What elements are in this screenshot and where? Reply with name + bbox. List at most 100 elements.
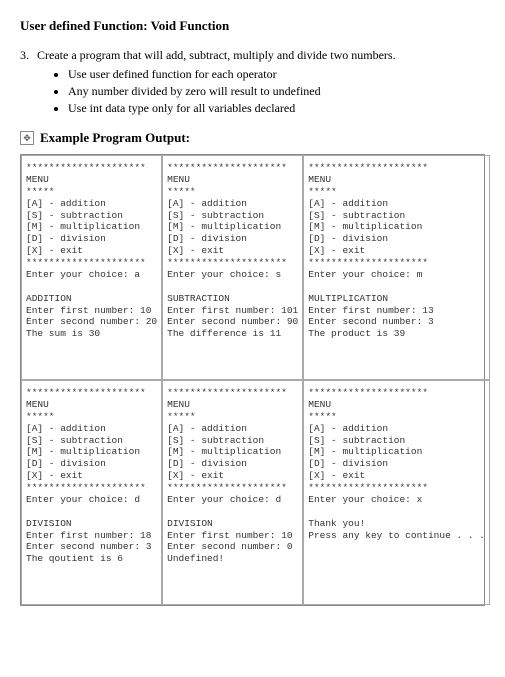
console-line: MENU <box>26 399 157 411</box>
panel-addition: *********************MENU*****[A] - addi… <box>21 155 162 380</box>
console-line: ***** <box>167 186 298 198</box>
console-line <box>167 281 298 293</box>
console-line: MENU <box>308 399 485 411</box>
console-line: [A] - addition <box>308 198 485 210</box>
console-line: ***** <box>308 411 485 423</box>
console-line: The product is 39 <box>308 328 485 340</box>
console-line: ********************* <box>26 162 157 174</box>
console-line: Enter your choice: x <box>308 494 485 506</box>
console-line: [M] - multiplication <box>308 221 485 233</box>
console-line: Enter first number: 10 <box>167 530 298 542</box>
console-line: ********************* <box>167 162 298 174</box>
console-line: DIVISION <box>167 518 298 530</box>
console-line: [S] - subtraction <box>167 210 298 222</box>
question-body: Create a program that will add, subtract… <box>37 48 396 62</box>
console-line: Enter second number: 3 <box>26 541 157 553</box>
bullet-item: Use user defined function for each opera… <box>68 67 485 82</box>
console-line <box>308 281 485 293</box>
bullet-item: Any number divided by zero will result t… <box>68 84 485 99</box>
console-line: [A] - addition <box>308 423 485 435</box>
console-line: Enter your choice: d <box>26 494 157 506</box>
console-line: [A] - addition <box>26 198 157 210</box>
output-label: Example Program Output: <box>40 130 190 146</box>
console-line: [S] - subtraction <box>308 435 485 447</box>
move-icon: ✥ <box>20 131 34 145</box>
console-line: The sum is 30 <box>26 328 157 340</box>
console-line: [X] - exit <box>308 245 485 257</box>
console-line: [M] - multiplication <box>167 221 298 233</box>
console-line: Thank you! <box>308 518 485 530</box>
console-line: ********************* <box>167 482 298 494</box>
console-line: [X] - exit <box>167 470 298 482</box>
console-line: Enter first number: 13 <box>308 305 485 317</box>
console-line: ***** <box>308 186 485 198</box>
console-line: [A] - addition <box>26 423 157 435</box>
console-line: ********************* <box>308 482 485 494</box>
console-line: Enter second number: 0 <box>167 541 298 553</box>
console-line: ********************* <box>26 387 157 399</box>
bullet-list: Use user defined function for each opera… <box>68 67 485 116</box>
console-line: [S] - subtraction <box>26 210 157 222</box>
console-line: Enter first number: 101 <box>167 305 298 317</box>
console-line: ********************* <box>26 257 157 269</box>
console-line <box>308 506 485 518</box>
panel-exit: ********************* MENU*****[A] - addi… <box>303 380 490 605</box>
console-line: [S] - subtraction <box>26 435 157 447</box>
console-line: [M] - multiplication <box>167 446 298 458</box>
console-line: ***** <box>167 411 298 423</box>
page-title: User defined Function: Void Function <box>20 18 485 34</box>
panel-division: *********************MENU*****[A] - addi… <box>21 380 162 605</box>
panel-subtraction: *********************MENU*****[A] - addi… <box>162 155 303 380</box>
console-line: [M] - multiplication <box>26 446 157 458</box>
console-line: ********************* <box>308 257 485 269</box>
console-line: MENU <box>167 399 298 411</box>
panel-multiplication: *********************MENU*****[A] - addi… <box>303 155 490 380</box>
console-line: Enter second number: 20 <box>26 316 157 328</box>
console-line: Enter second number: 90 <box>167 316 298 328</box>
console-line: The qoutient is 6 <box>26 553 157 565</box>
console-line: ********************* <box>308 162 485 174</box>
console-line: ADDITION <box>26 293 157 305</box>
console-line: The difference is 11 <box>167 328 298 340</box>
console-line: [D] - division <box>167 233 298 245</box>
console-line: [S] - subtraction <box>308 210 485 222</box>
console-line: [D] - division <box>167 458 298 470</box>
console-line: [D] - division <box>26 458 157 470</box>
console-line: ***** <box>26 411 157 423</box>
console-line: MENU <box>26 174 157 186</box>
console-line: [D] - division <box>26 233 157 245</box>
question-text: 3. Create a program that will add, subtr… <box>20 48 485 63</box>
bullet-item: Use int data type only for all variables… <box>68 101 485 116</box>
console-line: Enter your choice: d <box>167 494 298 506</box>
console-line: Enter your choice: s <box>167 269 298 281</box>
console-line: ***** <box>26 186 157 198</box>
console-line: [X] - exit <box>26 245 157 257</box>
console-line: [X] - exit <box>167 245 298 257</box>
console-line: [M] - multiplication <box>26 221 157 233</box>
console-line: MENU <box>308 174 485 186</box>
panel-division-zero: *********************MENU*****[A] - addi… <box>162 380 303 605</box>
console-line: MENU <box>167 174 298 186</box>
console-line: SUBTRACTION <box>167 293 298 305</box>
console-line: ********************* <box>167 387 298 399</box>
question-number: 3. <box>20 48 34 63</box>
console-line: [D] - division <box>308 458 485 470</box>
console-line: [X] - exit <box>308 470 485 482</box>
console-line: DIVISION <box>26 518 157 530</box>
console-line: Press any key to continue . . . <box>308 530 485 542</box>
console-line <box>26 506 157 518</box>
console-line: MULTIPLICATION <box>308 293 485 305</box>
console-line: ********************* <box>26 482 157 494</box>
console-line: Enter first number: 10 <box>26 305 157 317</box>
console-line: [A] - addition <box>167 423 298 435</box>
console-line: Enter second number: 3 <box>308 316 485 328</box>
console-line <box>26 281 157 293</box>
console-line: [A] - addition <box>167 198 298 210</box>
console-line: ********************* <box>167 257 298 269</box>
console-line: [D] - division <box>308 233 485 245</box>
console-line: [M] - multiplication <box>308 446 485 458</box>
console-line: [X] - exit <box>26 470 157 482</box>
console-line: Enter your choice: m <box>308 269 485 281</box>
output-grid: *********************MENU*****[A] - addi… <box>20 154 485 606</box>
console-line: Enter your choice: a <box>26 269 157 281</box>
